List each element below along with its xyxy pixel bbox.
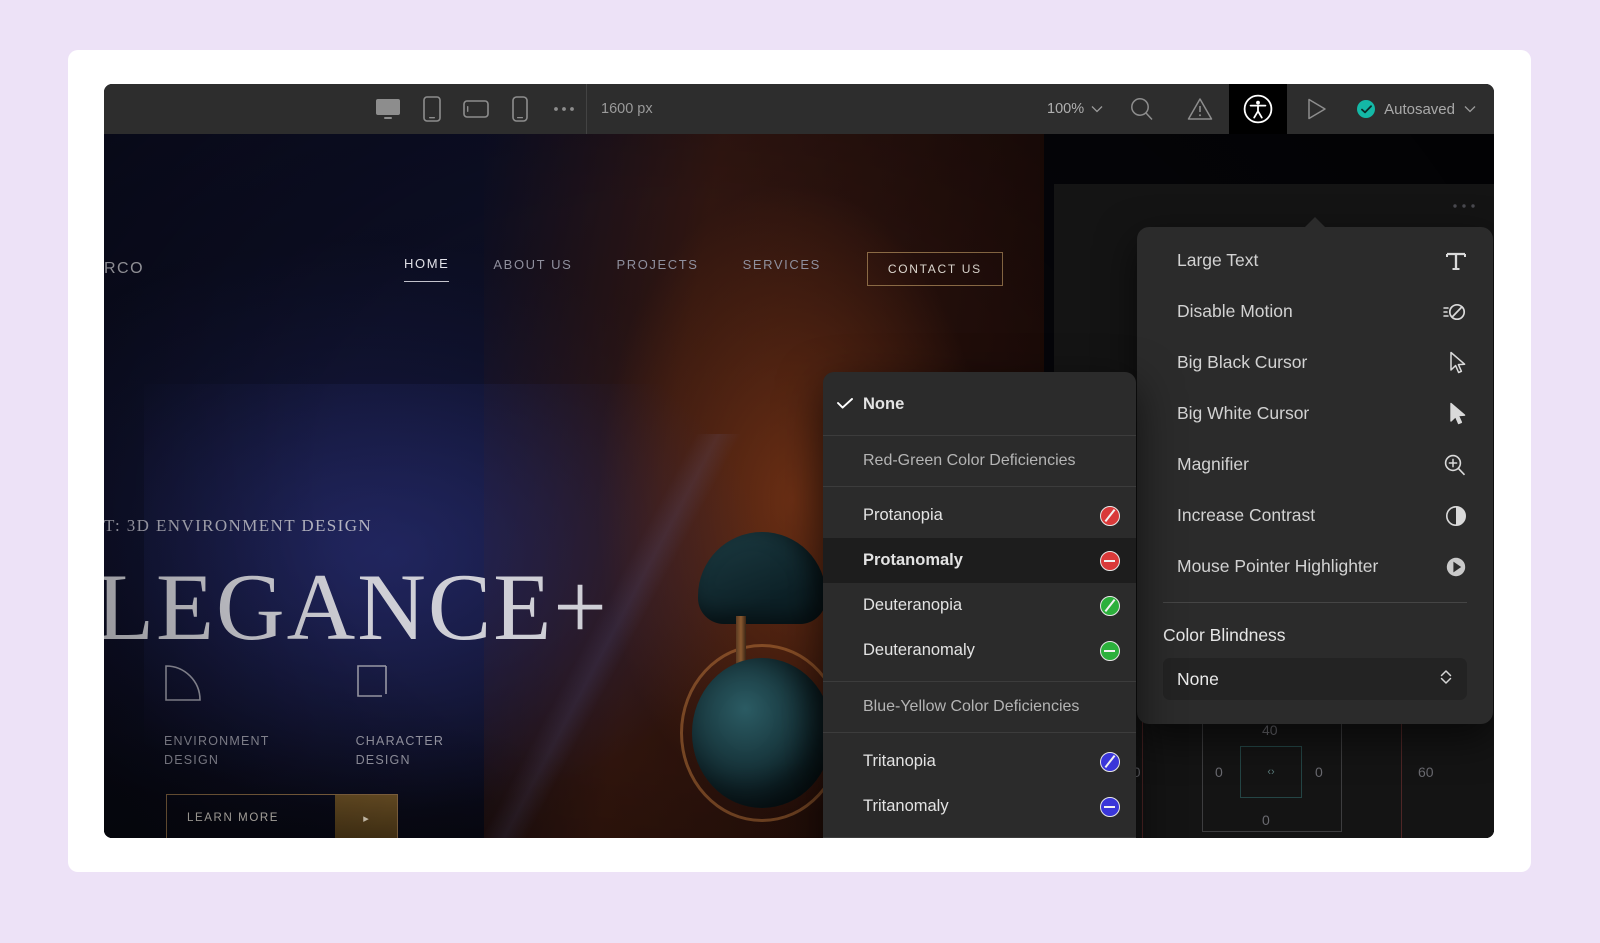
color-blindness-option-list[interactable]: None Red-Green Color Deficiencies Protan… <box>823 372 1136 838</box>
a11y-item-disable-motion[interactable]: Disable Motion <box>1137 286 1493 337</box>
learn-more-button[interactable]: LEARN MORE ▸ <box>166 794 398 838</box>
cb-option-tritanomaly[interactable]: Tritanomaly <box>823 784 1136 829</box>
zoom-level-label: 100% <box>1047 101 1085 117</box>
deuteranomaly-swatch-icon <box>1100 640 1120 661</box>
zoom-control[interactable]: 100% <box>1037 101 1113 117</box>
a11y-item-big-white-cursor[interactable]: Big White Cursor <box>1137 388 1493 439</box>
cb-group-red-green: Red-Green Color Deficiencies <box>863 452 1076 469</box>
spacing-core-box: ‹› <box>1240 746 1302 798</box>
breakpoint-label: 1600 px <box>601 101 653 117</box>
arrow-right-icon: ▸ <box>335 795 397 838</box>
contrast-icon <box>1445 505 1467 527</box>
autosave-status[interactable]: Autosaved <box>1345 100 1494 118</box>
site-navbar: RCO HOME ABOUT US PROJECTS SERVICES CONT… <box>104 238 1004 300</box>
pointer-highlighter-icon <box>1445 556 1467 578</box>
square-outline-icon <box>356 664 400 708</box>
site-logo[interactable]: RCO <box>104 260 404 278</box>
color-blindness-select-value: None <box>1177 668 1219 689</box>
spacing-padding-bottom[interactable]: 0 <box>1262 812 1270 828</box>
a11y-item-increase-contrast[interactable]: Increase Contrast <box>1137 490 1493 541</box>
feature-card-character-line1: CHARACTER <box>355 734 445 748</box>
cb-option-deuteranomaly-label: Deuteranomaly <box>863 641 975 659</box>
feature-card-character-line2: DESIGN <box>355 753 411 768</box>
big-white-cursor-icon <box>1449 402 1467 426</box>
cb-option-tritanomaly-label: Tritanomaly <box>863 797 949 815</box>
cb-option-tritanopia[interactable]: Tritanopia <box>823 739 1136 784</box>
site-nav-projects[interactable]: PROJECTS <box>616 257 698 282</box>
cb-option-protanopia-label: Protanopia <box>863 506 943 524</box>
learn-more-label: LEARN MORE <box>187 812 280 824</box>
play-icon[interactable] <box>1287 84 1345 134</box>
mobile-icon[interactable] <box>498 84 542 134</box>
warning-icon[interactable] <box>1171 84 1229 134</box>
spacing-padding-top[interactable]: 40 <box>1262 722 1278 738</box>
feature-card-environment[interactable]: ENVIRONMENT DESIGN <box>164 664 270 771</box>
inspector-more-icon[interactable] <box>1054 184 1494 228</box>
a11y-item-magnifier-label: Magnifier <box>1177 454 1249 474</box>
hero-kicker: T: 3D ENVIRONMENT DESIGN <box>104 516 373 535</box>
a11y-item-large-text[interactable]: Large Text <box>1137 235 1493 286</box>
feature-card-environment-line2: DESIGN <box>164 753 220 768</box>
color-blindness-select[interactable]: None <box>1163 658 1467 700</box>
a11y-item-mouse-pointer-highlighter-label: Mouse Pointer Highlighter <box>1177 556 1379 576</box>
magnifier-icon <box>1443 453 1467 477</box>
cb-option-protanomaly-label: Protanomaly <box>863 551 963 569</box>
a11y-item-big-black-cursor[interactable]: Big Black Cursor <box>1137 337 1493 388</box>
a11y-item-increase-contrast-label: Increase Contrast <box>1177 505 1316 525</box>
accessibility-panel[interactable]: Large Text Disable Motion Big Black Curs… <box>1137 227 1493 724</box>
site-nav-home[interactable]: HOME <box>404 256 450 282</box>
site-nav-about-us[interactable]: ABOUT US <box>493 257 572 282</box>
a11y-item-disable-motion-label: Disable Motion <box>1177 301 1293 321</box>
cb-option-deuteranomaly[interactable]: Deuteranomaly <box>823 628 1136 673</box>
protanomaly-swatch-icon <box>1100 550 1120 571</box>
tritanopia-swatch-icon <box>1100 751 1120 772</box>
a11y-item-large-text-label: Large Text <box>1177 250 1259 270</box>
contact-us-button[interactable]: CONTACT US <box>866 252 1003 286</box>
cb-option-protanopia[interactable]: Protanopia <box>823 493 1136 538</box>
spacing-padding-right[interactable]: 0 <box>1315 764 1323 780</box>
big-black-cursor-icon <box>1449 351 1467 375</box>
disable-motion-icon <box>1443 301 1467 323</box>
cb-option-tritanopia-label: Tritanopia <box>863 752 936 770</box>
a11y-item-magnifier[interactable]: Magnifier <box>1137 439 1493 490</box>
color-blindness-heading: Color Blindness <box>1163 625 1286 645</box>
cb-option-none[interactable]: None <box>823 382 1136 427</box>
search-icon[interactable] <box>1113 84 1171 134</box>
quarter-arc-icon <box>164 664 208 708</box>
spacing-padding-left[interactable]: 0 <box>1215 764 1223 780</box>
chevron-up-down-icon <box>1439 668 1453 691</box>
cb-option-deuteranopia-label: Deuteranopia <box>863 596 963 614</box>
chevron-down-icon <box>1464 106 1476 113</box>
desktop-icon[interactable] <box>366 84 410 134</box>
accessibility-icon[interactable] <box>1229 84 1288 134</box>
cb-group-blue-yellow: Blue-Yellow Color Deficiencies <box>863 698 1080 715</box>
protanopia-swatch-icon <box>1100 505 1120 526</box>
tritanomaly-swatch-icon <box>1100 796 1120 817</box>
a11y-item-big-white-cursor-label: Big White Cursor <box>1177 403 1310 423</box>
a11y-item-mouse-pointer-highlighter[interactable]: Mouse Pointer Highlighter <box>1137 541 1493 592</box>
a11y-item-big-black-cursor-label: Big Black Cursor <box>1177 352 1308 372</box>
app-window: 1600 px 100% Autosaved RCO HOME ABOUT US… <box>104 84 1494 838</box>
check-icon <box>837 396 853 413</box>
site-nav-links: HOME ABOUT US PROJECTS SERVICES <box>404 256 821 282</box>
tablet-landscape-icon[interactable] <box>454 84 498 134</box>
feature-card-environment-line1: ENVIRONMENT <box>164 734 270 748</box>
site-nav-services[interactable]: SERVICES <box>743 257 821 282</box>
top-toolbar: 1600 px 100% Autosaved <box>104 84 1494 134</box>
large-text-icon <box>1445 250 1467 272</box>
more-horizontal-icon[interactable] <box>542 84 586 134</box>
cb-option-protanomaly[interactable]: Protanomaly <box>823 538 1136 583</box>
accessibility-panel-caret <box>1304 217 1326 228</box>
deuteranopia-swatch-icon <box>1100 595 1120 616</box>
cb-option-none-label: None <box>863 395 905 413</box>
cb-option-deuteranopia[interactable]: Deuteranopia <box>823 583 1136 628</box>
hero-title: LEGANCE+ <box>104 554 609 660</box>
spacing-margin-right[interactable]: 60 <box>1418 764 1434 780</box>
chevron-down-icon <box>1091 106 1103 113</box>
check-circle-icon <box>1357 100 1376 118</box>
feature-card-character[interactable]: CHARACTER DESIGN <box>356 664 445 771</box>
hero-feature-cards: ENVIRONMENT DESIGN CHARACTER DESIGN <box>164 664 444 771</box>
autosave-label: Autosaved <box>1384 100 1455 118</box>
tablet-icon[interactable] <box>410 84 454 134</box>
